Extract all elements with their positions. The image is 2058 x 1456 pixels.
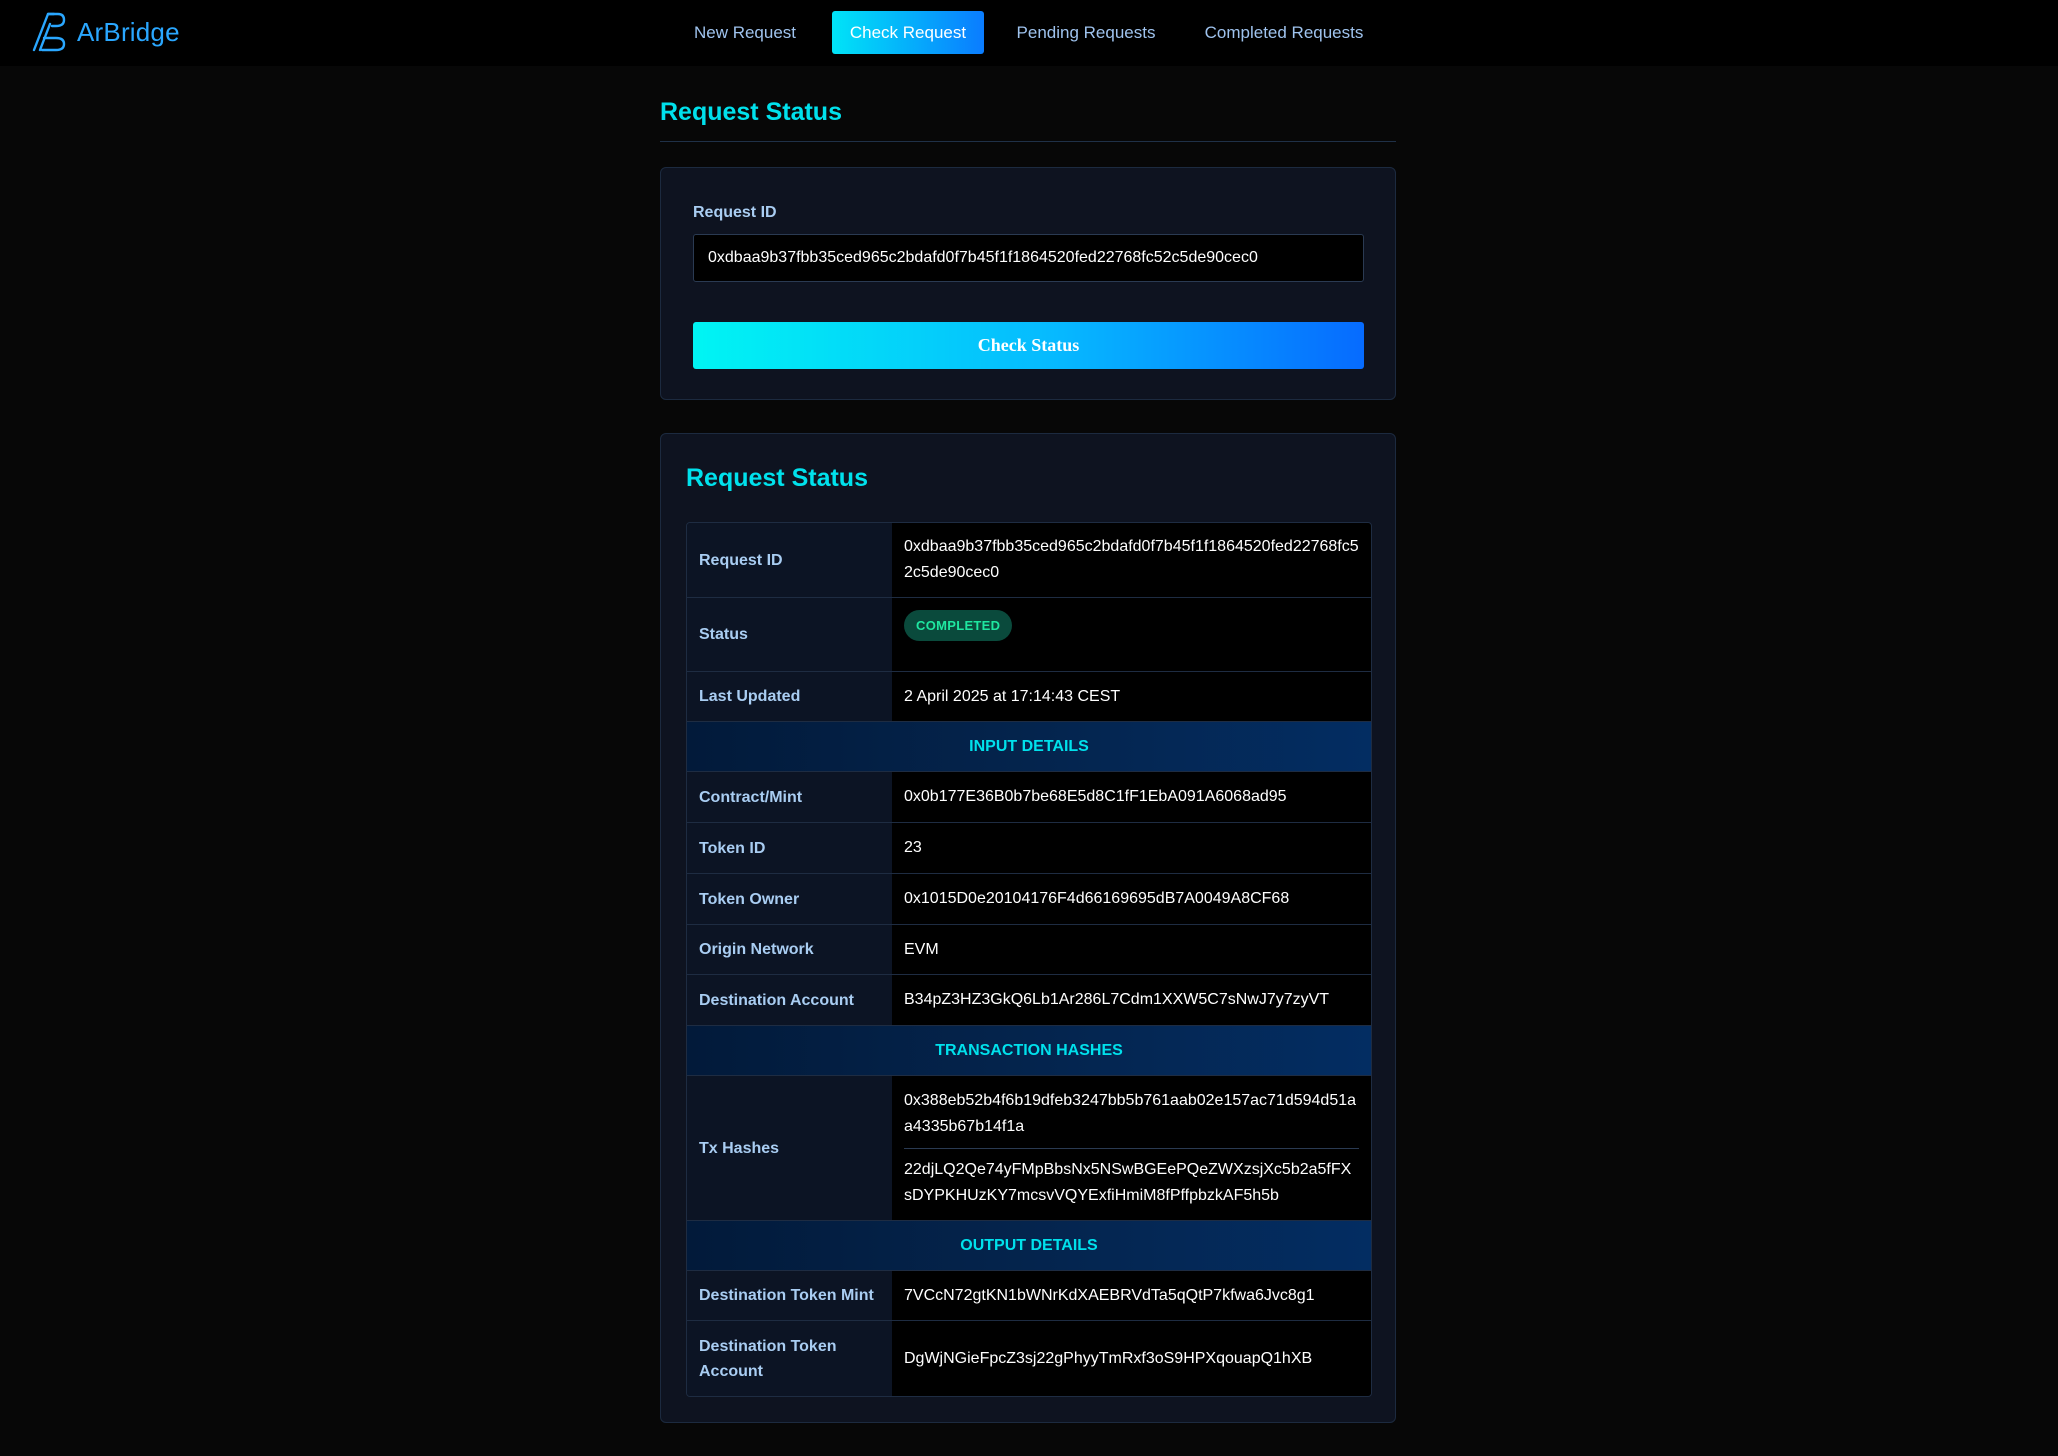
section-header-input: INPUT DETAILS — [687, 722, 1371, 772]
tx-hash-item: 0x388eb52b4f6b19dfeb3247bb5b761aab02e157… — [904, 1091, 1357, 1135]
request-form-card: Request ID Check Status — [660, 167, 1396, 400]
table-row: Last Updated 2 April 2025 at 17:14:43 CE… — [687, 672, 1371, 722]
table-row: Destination Account B34pZ3HZ3GkQ6Lb1Ar28… — [687, 975, 1371, 1026]
nav-pending-requests[interactable]: Pending Requests — [1006, 11, 1166, 54]
table-row: Origin Network EVM — [687, 925, 1371, 975]
status-value: COMPLETED — [892, 598, 1371, 671]
table-row: Token Owner 0x1015D0e20104176F4d66169695… — [687, 874, 1371, 925]
nav-check-request[interactable]: Check Request — [832, 11, 984, 54]
last-updated-value: 2 April 2025 at 17:14:43 CEST — [892, 672, 1371, 721]
row-value: 0x0b177E36B0b7be68E5d8C1fF1EbA091A6068ad… — [892, 772, 1371, 822]
row-value: EVM — [892, 925, 1371, 974]
row-value: 23 — [892, 823, 1371, 873]
row-value: DgWjNGieFpcZ3sj22gPhyyTmRxf3oS9HPXqouapQ… — [892, 1321, 1371, 1396]
table-row: Request ID 0xdbaa9b37fbb35ced965c2bdafd0… — [687, 523, 1371, 598]
row-label: Origin Network — [687, 925, 892, 974]
row-label: Last Updated — [687, 672, 892, 721]
row-label: Tx Hashes — [687, 1076, 892, 1220]
section-header-output: OUTPUT DETAILS — [687, 1221, 1371, 1271]
status-badge: COMPLETED — [904, 610, 1013, 641]
nav-completed-requests[interactable]: Completed Requests — [1196, 11, 1372, 54]
status-table: Request ID 0xdbaa9b37fbb35ced965c2bdafd0… — [686, 522, 1372, 1397]
top-header: ArBridge New Request Check Request Pendi… — [0, 0, 2058, 66]
check-status-button[interactable]: Check Status — [693, 322, 1364, 369]
row-label: Destination Account — [687, 975, 892, 1025]
title-divider — [660, 141, 1396, 142]
request-status-card: Request Status Request ID 0xdbaa9b37fbb3… — [660, 433, 1396, 1423]
row-value: 0x1015D0e20104176F4d66169695dB7A0049A8CF… — [892, 874, 1371, 924]
row-label: Token ID — [687, 823, 892, 873]
table-row: Destination Token Mint 7VCcN72gtKN1bWNrK… — [687, 1271, 1371, 1321]
table-row: Token ID 23 — [687, 823, 1371, 874]
table-row: Contract/Mint 0x0b177E36B0b7be68E5d8C1fF… — [687, 772, 1371, 823]
row-label: Destination Token Mint — [687, 1271, 892, 1320]
request-id-label: Request ID — [693, 204, 777, 221]
tx-hash-item: 22djLQ2Qe74yFMpBbsNx5NSwBGEePQeZWXzsjXc5… — [904, 1147, 1359, 1217]
table-row: Status COMPLETED — [687, 598, 1371, 672]
section-header-tx: TRANSACTION HASHES — [687, 1026, 1371, 1076]
tx-hashes-value: 0x388eb52b4f6b19dfeb3247bb5b761aab02e157… — [892, 1076, 1371, 1220]
page-title: Request Status — [660, 98, 842, 126]
row-label: Contract/Mint — [687, 772, 892, 822]
row-label: Status — [687, 598, 892, 671]
main-nav: New Request Check Request Pending Reques… — [0, 11, 2058, 54]
table-row: Destination Token Account DgWjNGieFpcZ3s… — [687, 1321, 1371, 1396]
nav-new-request[interactable]: New Request — [680, 11, 810, 54]
table-row: Tx Hashes 0x388eb52b4f6b19dfeb3247bb5b76… — [687, 1076, 1371, 1221]
row-label: Request ID — [687, 523, 892, 597]
row-value: B34pZ3HZ3GkQ6Lb1Ar286L7Cdm1XXW5C7sNwJ7y7… — [892, 975, 1371, 1025]
status-card-title: Request Status — [686, 464, 868, 492]
request-id-input[interactable] — [693, 234, 1364, 282]
row-value: 7VCcN72gtKN1bWNrKdXAEBRVdTa5qQtP7kfwa6Jv… — [892, 1271, 1371, 1320]
row-label: Token Owner — [687, 874, 892, 924]
request-id-value: 0xdbaa9b37fbb35ced965c2bdafd0f7b45f1f186… — [892, 523, 1371, 597]
tx-hash-list: 0x388eb52b4f6b19dfeb3247bb5b761aab02e157… — [904, 1080, 1359, 1217]
row-label: Destination Token Account — [687, 1321, 892, 1396]
